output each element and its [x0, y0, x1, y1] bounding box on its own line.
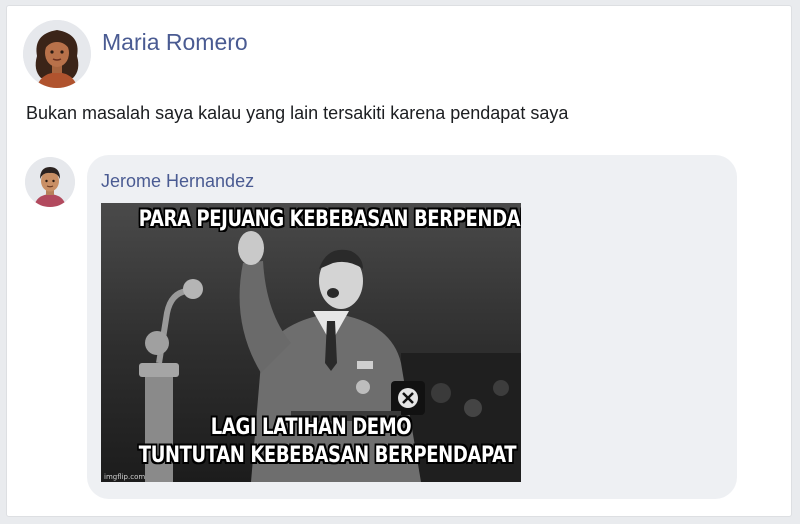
post-author-name[interactable]: Maria Romero	[102, 29, 248, 56]
post-text: Bukan masalah saya kalau yang lain tersa…	[26, 103, 569, 123]
man-avatar-icon	[25, 157, 75, 207]
meme-top-caption: PARA PEJUANG KEBEBASAN BERPENDAPAT	[138, 207, 521, 232]
comment-bubble: Jerome Hernandez PARA PEJUANG KEBEBASAN …	[87, 155, 737, 499]
woman-avatar-icon	[23, 20, 91, 88]
speaker-photo-illustration	[101, 203, 521, 482]
meme-bottom-caption-line1: LAGI LATIHAN DEMO	[210, 415, 412, 440]
meme-image[interactable]: PARA PEJUANG KEBEBASAN BERPENDAPAT LAGI …	[101, 203, 521, 482]
comment-author-name[interactable]: Jerome Hernandez	[101, 171, 254, 192]
comment-avatar[interactable]	[25, 157, 75, 207]
meme-watermark: imgflip.com	[104, 473, 146, 481]
post-card: Maria Romero Bukan masalah saya kalau ya…	[6, 5, 792, 517]
avatar[interactable]	[23, 20, 91, 88]
meme-bottom-caption-line2: TUNTUTAN KEBEBASAN BERPENDAPAT	[138, 443, 517, 468]
